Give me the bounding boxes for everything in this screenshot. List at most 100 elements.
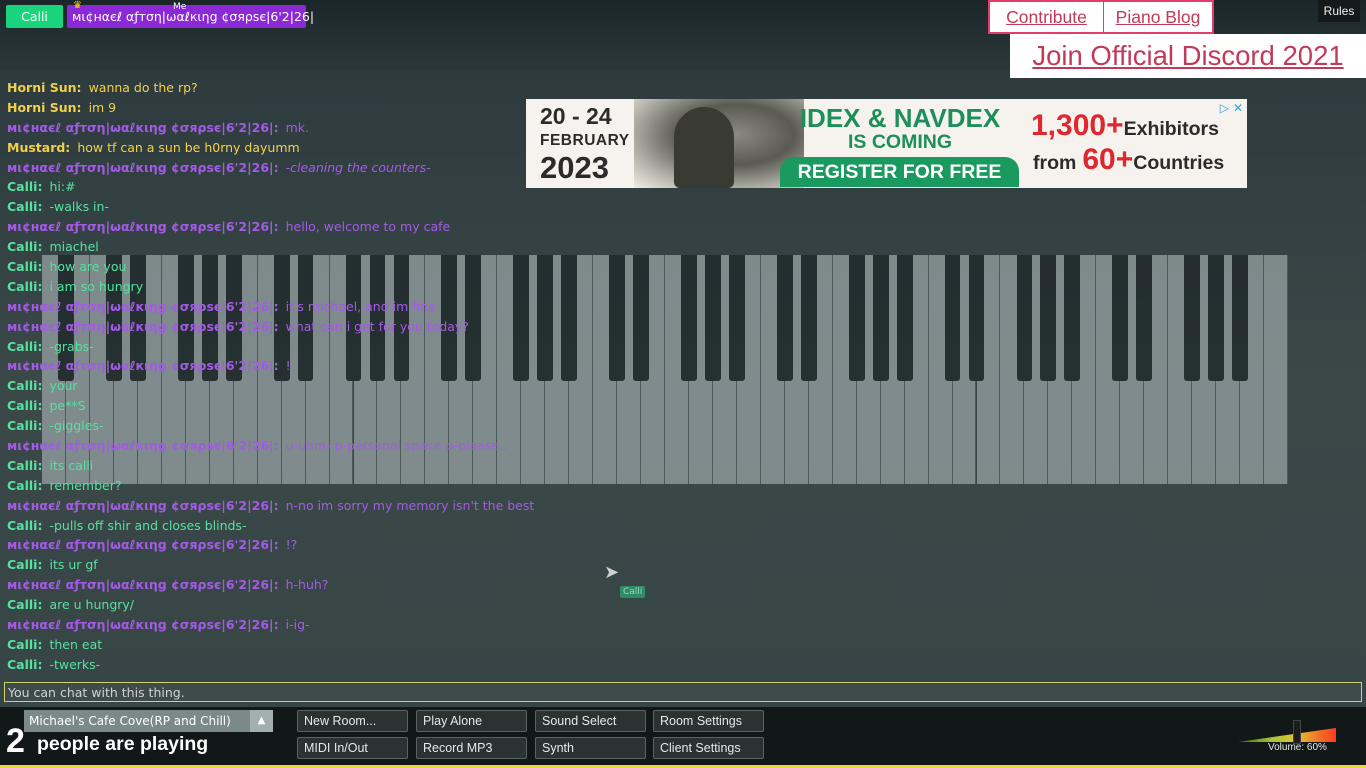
chat-message-text: n-no im sorry my memory isn't the best — [285, 497, 535, 513]
play-alone-button[interactable]: Play Alone — [416, 710, 527, 732]
discord-link[interactable]: Join Official Discord 2021 — [1032, 40, 1343, 72]
room-settings-button[interactable]: Room Settings — [653, 710, 764, 732]
chat-message-author[interactable]: Horni Sun: — [7, 100, 82, 115]
chat-message-text: what can i get for you today? — [285, 318, 469, 334]
piano-black-key[interactable] — [872, 255, 889, 381]
chat-message: Calli: how are you — [7, 257, 707, 277]
chat-message-author[interactable]: мι¢нαєℓ αƒтση|ωαℓкιηg ¢σяρѕє|6'2|26|: — [7, 299, 279, 314]
piano-black-key[interactable] — [1016, 255, 1033, 381]
chat-message-author[interactable]: Calli: — [7, 398, 42, 413]
chat-message-text: h-huh? — [285, 577, 329, 593]
user-tag-michael[interactable]: мι¢нαєℓ αƒтση|ωαℓкιηg ¢σяρѕє|6'2|26| — [67, 5, 314, 28]
chat-message-author[interactable]: мι¢нαєℓ αƒтση|ωαℓкιηg ¢σяρѕє|6'2|26|: — [7, 438, 279, 453]
chat-message-text: !? — [285, 537, 298, 553]
piano-black-key[interactable] — [1112, 255, 1129, 381]
chat-message-text: -giggles- — [49, 418, 104, 434]
room-name: Michael's Cafe Cove(RP and Chill) — [29, 714, 231, 728]
chat-message-author[interactable]: мι¢нαєℓ αƒтση|ωαℓкιηg ¢σяρѕє|6'2|26|: — [7, 358, 279, 373]
chat-input[interactable] — [4, 682, 1362, 702]
chat-message-author[interactable]: Horni Sun: — [7, 80, 82, 95]
chat-message-author[interactable]: Calli: — [7, 458, 42, 473]
piano-black-key[interactable] — [896, 255, 913, 381]
piano-black-key[interactable] — [848, 255, 865, 381]
client-settings-button[interactable]: Client Settings — [653, 737, 764, 759]
piano-black-key[interactable] — [1208, 255, 1225, 381]
chat-message-text: -pulls off shir and closes blinds- — [49, 517, 247, 533]
chat-message: мι¢нαєℓ αƒтση|ωαℓкιηg ¢σяρѕє|6'2|26|: n-n… — [7, 496, 707, 516]
chat-message: Horni Sun: wanna do the rp? — [7, 78, 707, 98]
chat-message-author[interactable]: мι¢нαєℓ αƒтση|ωαℓкιηg ¢σяρѕє|6'2|26|: — [7, 498, 279, 513]
piano-black-key[interactable] — [776, 255, 793, 381]
new-room-button[interactable]: New Room... — [297, 710, 408, 732]
chat-message-author[interactable]: мι¢нαєℓ αƒтση|ωαℓкιηg ¢σяρѕє|6'2|26|: — [7, 319, 279, 334]
piano-black-key[interactable] — [1040, 255, 1057, 381]
piano-white-key[interactable] — [1264, 255, 1288, 484]
chat-message-text: i am so hungry — [49, 278, 144, 294]
chat-message-author[interactable]: мι¢нαєℓ αƒтση|ωαℓкιηg ¢σяρѕє|6'2|26|: — [7, 120, 279, 135]
piano-black-key[interactable] — [944, 255, 961, 381]
chat-message-author[interactable]: мι¢нαєℓ αƒтση|ωαℓкιηg ¢σяρѕє|6'2|26|: — [7, 577, 279, 592]
piano-black-key[interactable] — [728, 255, 745, 381]
ad-stat-exhibitors-label: Exhibitors — [1123, 118, 1219, 140]
sound-select-button[interactable]: Sound Select — [535, 710, 646, 732]
chat-message: мι¢нαєℓ αƒтση|ωαℓкιηg ¢σяρѕє|6'2|26|: u-u… — [7, 436, 707, 456]
ad-stat-exhibitors-number: 1,300+ — [1031, 109, 1124, 142]
piano-black-key[interactable] — [1136, 255, 1153, 381]
chat-message-author[interactable]: мι¢нαєℓ αƒтση|ωαℓкιηg ¢σяρѕє|6'2|26|: — [7, 160, 279, 175]
close-icon[interactable]: ✕ — [1233, 101, 1243, 115]
ad-register-button[interactable]: REGISTER FOR FREE — [780, 157, 1019, 187]
piano-black-key[interactable] — [968, 255, 985, 381]
midi-button[interactable]: MIDI In/Out — [297, 737, 408, 759]
chat-message-text: remember? — [49, 477, 122, 493]
volume-slider[interactable]: Volume: 60% — [1238, 718, 1338, 753]
people-label: people are playing — [37, 733, 209, 755]
piano-black-key[interactable] — [705, 255, 721, 381]
piano-black-key[interactable] — [800, 255, 817, 381]
chat-message: Calli: i am so hungry — [7, 277, 707, 297]
chat-message: мι¢нαєℓ αƒтση|ωαℓкιηg ¢σяρѕє|6'2|26|: mk. — [7, 118, 707, 138]
chat-message-author[interactable]: Calli: — [7, 239, 42, 254]
chat-message-author[interactable]: Mustard: — [7, 140, 70, 155]
chat-message-author[interactable]: Calli: — [7, 199, 42, 214]
record-mp3-button[interactable]: Record MP3 — [416, 737, 527, 759]
chat-message-author[interactable]: Calli: — [7, 339, 42, 354]
chat-message-author[interactable]: Calli: — [7, 418, 42, 433]
chat-message-author[interactable]: Calli: — [7, 518, 42, 533]
piano-black-key[interactable] — [1064, 255, 1081, 381]
ad-headline: IDEX & NAVDEX IS COMING — [764, 104, 1036, 153]
chat-message-author[interactable]: Calli: — [7, 557, 42, 572]
contribute-link[interactable]: Contribute — [990, 2, 1104, 32]
chat-message-author[interactable]: Calli: — [7, 637, 42, 652]
synth-button[interactable]: Synth — [535, 737, 646, 759]
adchoices-icon[interactable]: ▷ — [1220, 101, 1229, 115]
chat-message-author[interactable]: Calli: — [7, 378, 42, 393]
chat-message-author[interactable]: Calli: — [7, 279, 42, 294]
chat-message: Calli: pe**S — [7, 396, 707, 416]
piano-black-key[interactable] — [1184, 255, 1201, 381]
chat-message: Calli: -giggles- — [7, 416, 707, 436]
chat-message-author[interactable]: Calli: — [7, 259, 42, 274]
ad-stats: 1,300+ Exhibitors from 60+ Countries — [1031, 111, 1224, 175]
chat-message-author[interactable]: мι¢нαєℓ αƒтση|ωαℓкιηg ¢σяρѕє|6'2|26|: — [7, 219, 279, 234]
chat-message-author[interactable]: мι¢нαєℓ αƒтση|ωαℓкιηg ¢σяρѕє|6'2|26|: — [7, 537, 279, 552]
rules-button[interactable]: Rules — [1318, 0, 1360, 22]
crown-icon: ♛ — [73, 0, 82, 11]
chat-message: мι¢нαєℓ αƒтση|ωαℓкιηg ¢σяρѕє|6'2|26|: -cl… — [7, 158, 707, 178]
chat-message-author[interactable]: Calli: — [7, 478, 42, 493]
chat-message-author[interactable]: Calli: — [7, 657, 42, 672]
room-select[interactable]: Michael's Cafe Cove(RP and Chill) ▲ — [24, 710, 273, 732]
chat-message-author[interactable]: мι¢нαєℓ αƒтση|ωαℓкιηg ¢σяρѕє|6'2|26|: — [7, 617, 279, 632]
chat-message-author[interactable]: Calli: — [7, 597, 42, 612]
chat-message-text: -cleaning the counters- — [285, 159, 431, 175]
chat-message: Calli: hi:# — [7, 177, 707, 197]
chat-message-author[interactable]: Calli: — [7, 179, 42, 194]
piano-blog-link[interactable]: Piano Blog — [1104, 2, 1212, 32]
chat-message: Mustard: how tf can a sun be h0rny dayumm — [7, 138, 707, 158]
user-tag-calli[interactable]: Calli — [6, 5, 63, 28]
chevron-up-icon[interactable]: ▲ — [250, 710, 273, 732]
chat-message-text: your — [49, 378, 78, 394]
piano-black-key[interactable] — [1232, 255, 1248, 381]
volume-knob[interactable] — [1293, 720, 1302, 744]
chat-message-text: mk. — [285, 119, 309, 135]
people-count: 2 — [6, 722, 25, 760]
